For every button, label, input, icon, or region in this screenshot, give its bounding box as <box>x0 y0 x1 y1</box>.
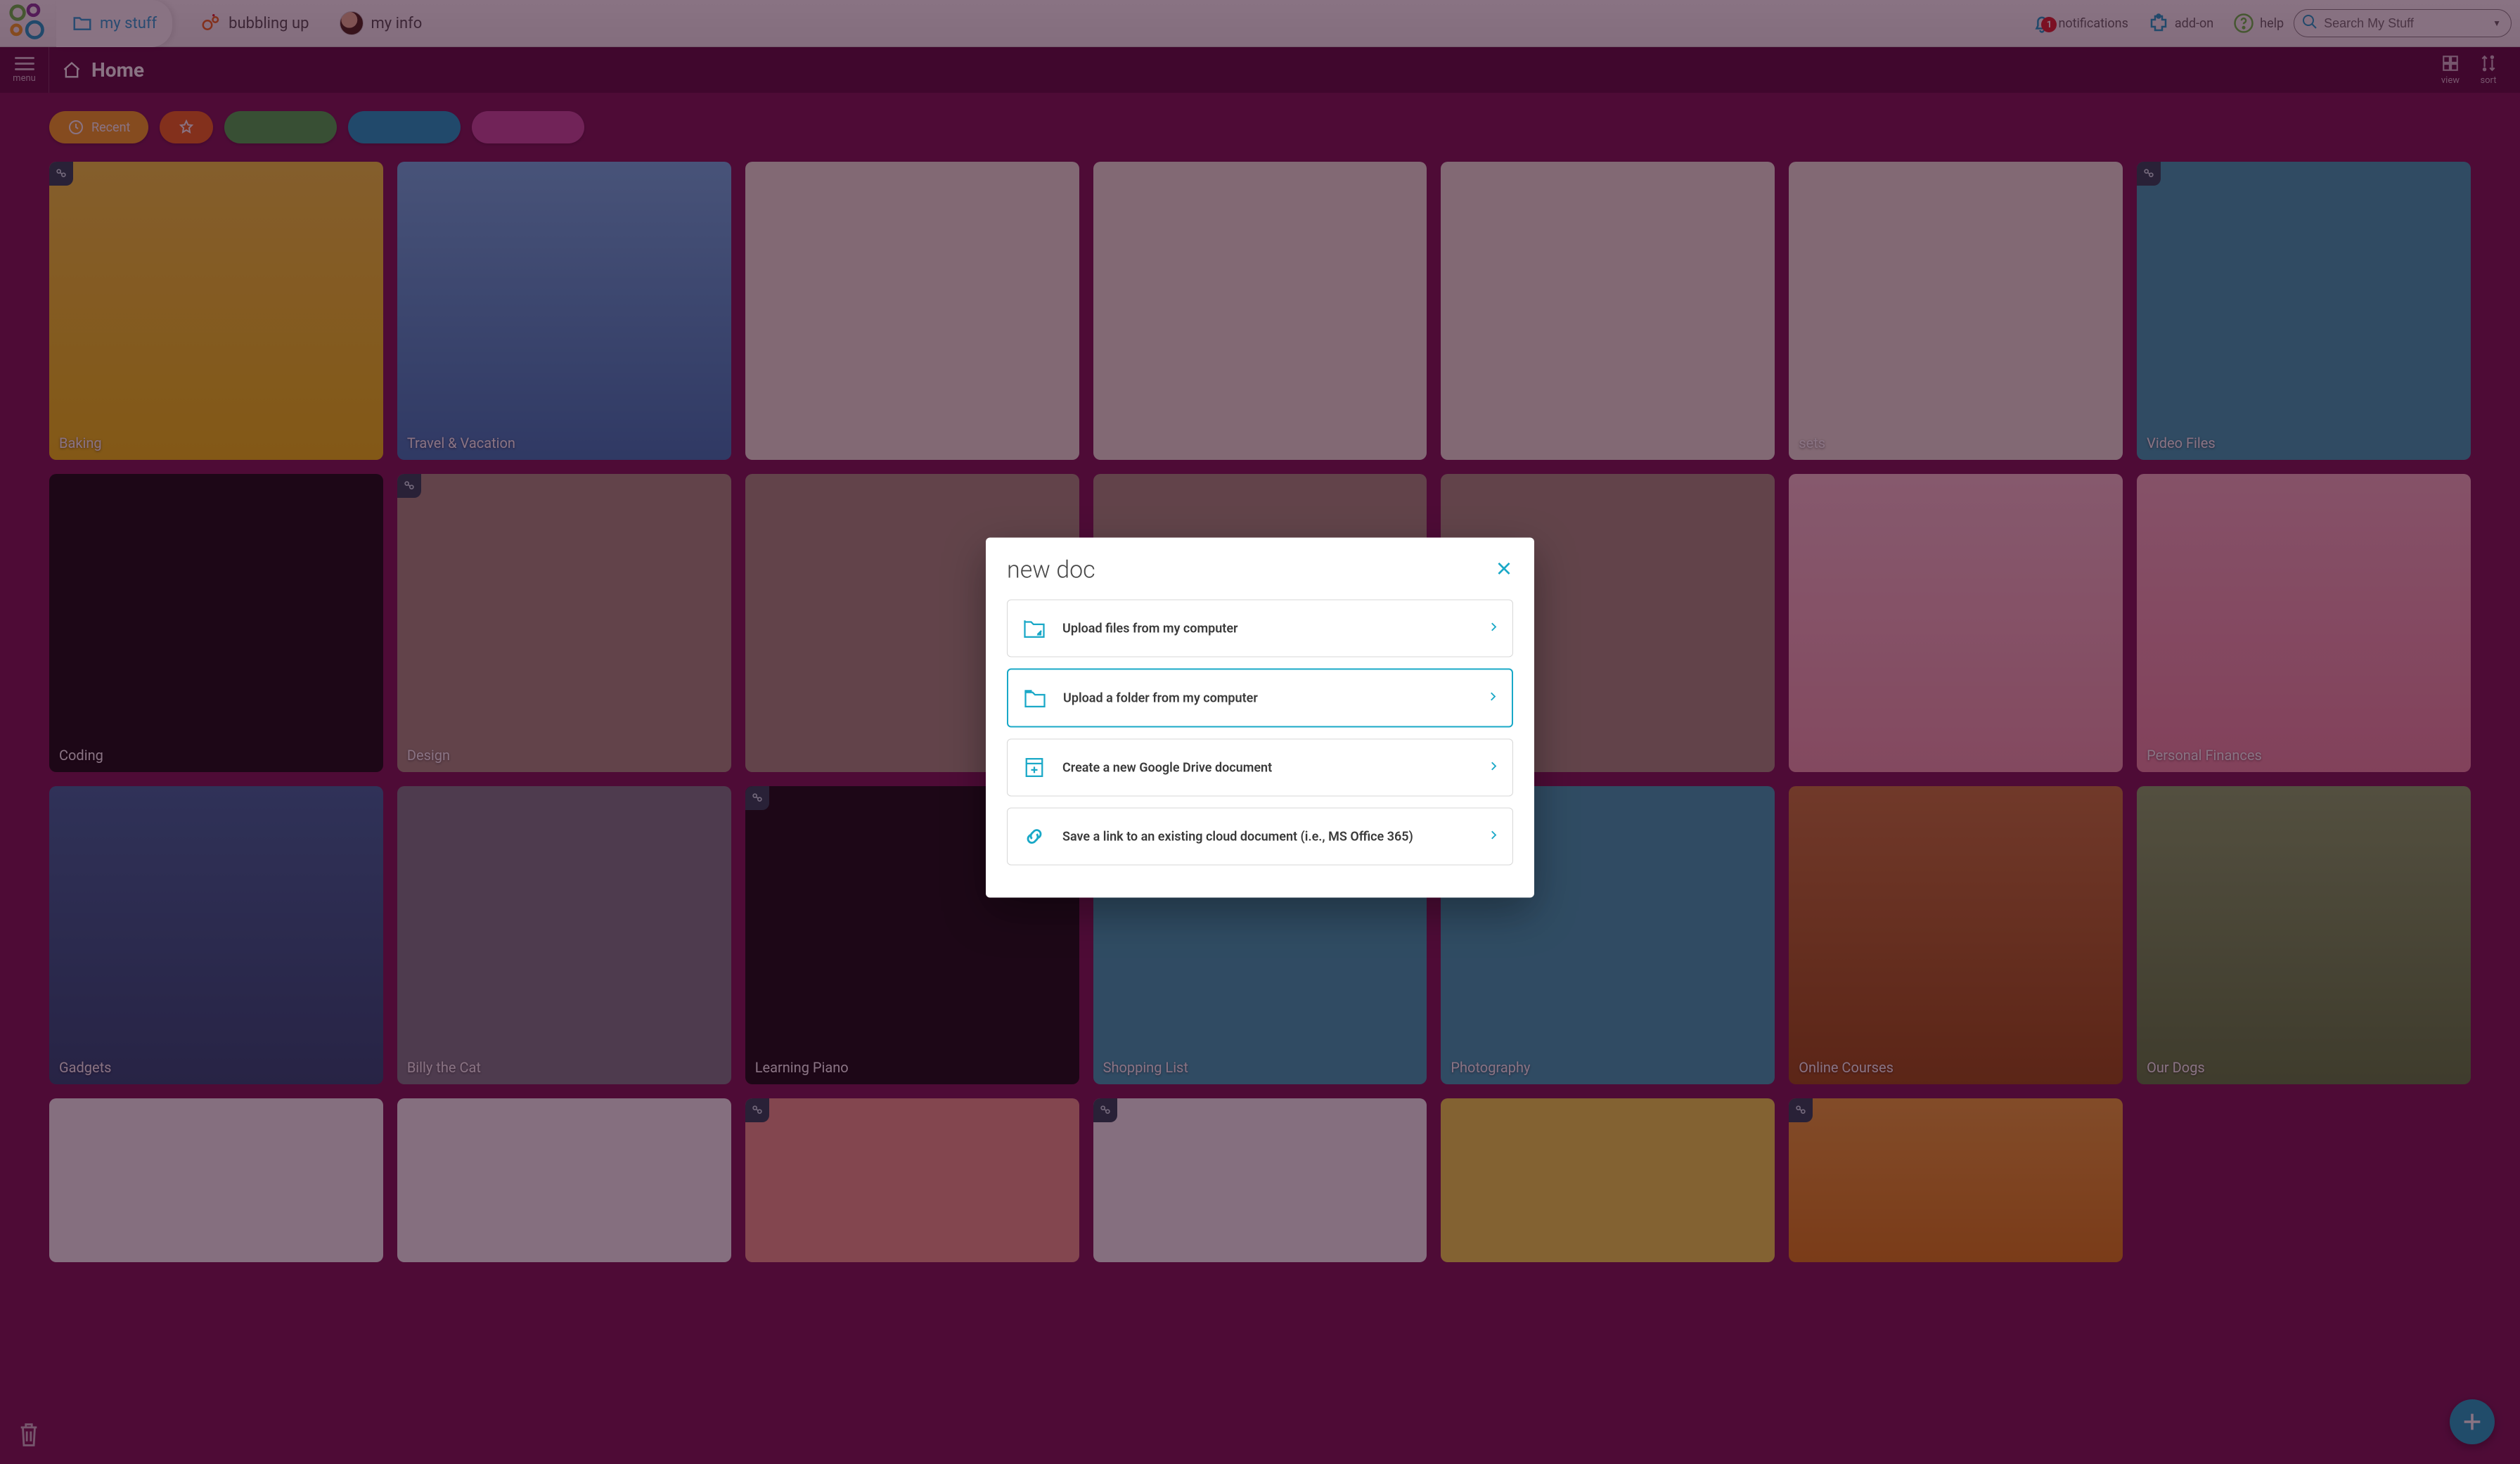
new-doc-icon <box>1022 755 1047 781</box>
option-save-link[interactable]: Save a link to an existing cloud documen… <box>1007 808 1513 866</box>
modal-title: new doc <box>1007 556 1095 584</box>
upload-file-icon <box>1022 616 1047 641</box>
option-new-gdrive[interactable]: Create a new Google Drive document <box>1007 739 1513 797</box>
option-label: Create a new Google Drive document <box>1062 760 1272 775</box>
new-doc-modal: new doc Upload files from my computer Up… <box>986 538 1534 898</box>
close-button[interactable] <box>1495 560 1513 581</box>
chevron-right-icon <box>1487 828 1500 845</box>
option-label: Upload a folder from my computer <box>1063 691 1258 705</box>
folder-icon <box>1022 686 1048 711</box>
option-label: Upload files from my computer <box>1062 621 1238 636</box>
option-label: Save a link to an existing cloud documen… <box>1062 829 1413 844</box>
chevron-right-icon <box>1486 690 1499 706</box>
option-upload-files[interactable]: Upload files from my computer <box>1007 600 1513 657</box>
chevron-right-icon <box>1487 759 1500 776</box>
option-upload-folder[interactable]: Upload a folder from my computer <box>1007 669 1513 728</box>
chevron-right-icon <box>1487 620 1500 636</box>
link-icon <box>1022 824 1047 849</box>
